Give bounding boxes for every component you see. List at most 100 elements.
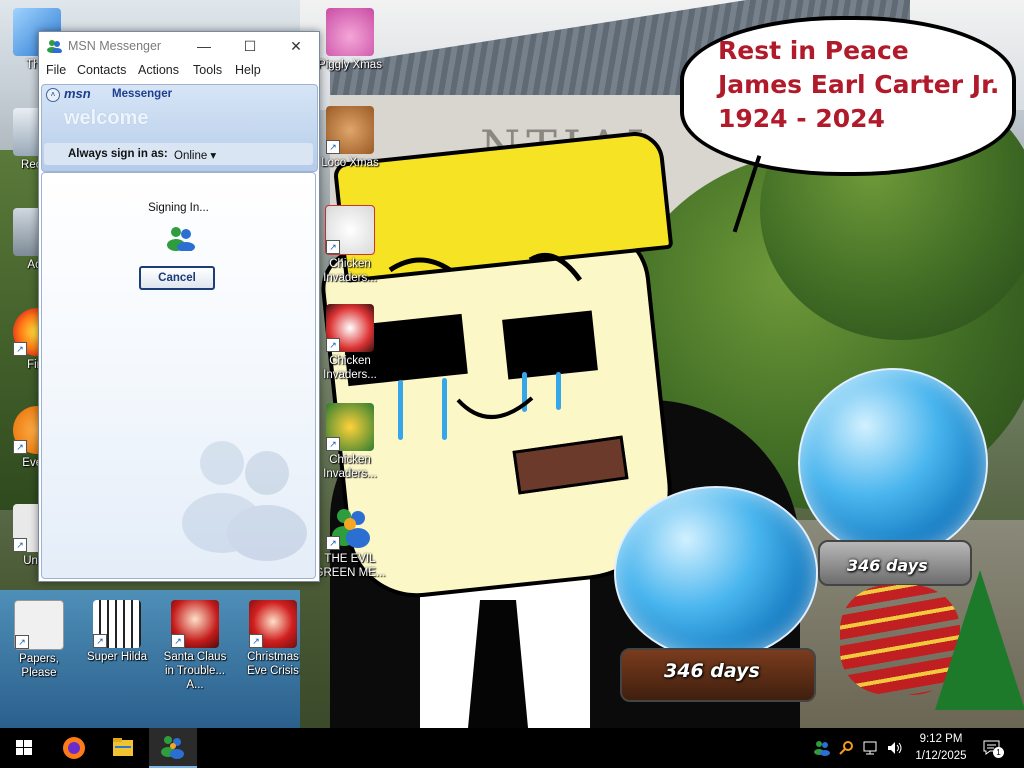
chicken-icon: ↗	[325, 205, 375, 255]
shortcut-arrow-icon: ↗	[13, 342, 27, 356]
start-button[interactable]	[0, 728, 48, 768]
sunglasses-right	[502, 310, 598, 380]
desktop-icon-label: Super Hilda	[86, 651, 148, 663]
desktop-shortcut-loco-xmas[interactable]: ↗ Loco Xmas	[313, 106, 387, 170]
network-icon[interactable]	[862, 740, 880, 756]
bear-icon: ↗	[326, 106, 374, 154]
folder-icon	[113, 738, 133, 756]
shortcut-arrow-icon: ↗	[13, 440, 27, 454]
desktop-shortcut-christmas-eve-crisis[interactable]: ↗ Christmas Eve Crisis	[236, 600, 310, 678]
snow-globe-right[interactable]	[798, 368, 988, 558]
volume-icon[interactable]	[886, 740, 904, 756]
sign-in-label: Always sign in as:	[68, 148, 168, 160]
shortcut-arrow-icon: ↗	[326, 437, 340, 451]
desktop-shortcut-piggly-xmas[interactable]: Piggly Xmas	[313, 8, 387, 72]
msn-buddy-icon	[167, 227, 195, 251]
desktop-icon-label: Christmas Eve Crisis	[247, 651, 299, 677]
desktop-shortcut-papers-please[interactable]: ↗ Papers, Please	[2, 600, 76, 680]
shortcut-arrow-icon: ↗	[326, 240, 340, 254]
msn-tray-icon[interactable]	[813, 739, 831, 757]
chicken-icon: ↗	[326, 403, 374, 451]
document-icon: ↗	[14, 600, 64, 650]
welcome-heading: welcome	[64, 107, 149, 129]
shortcut-arrow-icon: ↗	[326, 338, 340, 352]
msn-logo-subtitle: Messenger	[112, 88, 173, 100]
msn-buddy-icon: ↗	[326, 502, 374, 550]
desktop-shortcut-chicken-invaders-1[interactable]: ↗ Chicken Invaders...	[313, 205, 387, 285]
shortcut-arrow-icon: ↗	[249, 634, 263, 648]
desktop-icon-label: Papers, Please	[19, 653, 59, 679]
tear	[398, 380, 403, 440]
desktop-icon-label: Piggly Xmas	[318, 59, 382, 71]
signing-in-text: Signing In...	[148, 202, 209, 214]
clock-date: 1/12/2025	[915, 750, 967, 762]
taskbar-clock[interactable]: 9:12 PM 1/12/2025	[906, 731, 976, 765]
tear	[556, 372, 561, 410]
clock-time: 9:12 PM	[919, 733, 963, 745]
taskbar-msn-messenger[interactable]	[149, 728, 197, 768]
christmas-tree	[935, 570, 1024, 710]
desktop-icon-label: THE EVIL GREEN ME...	[314, 553, 386, 579]
tear	[442, 378, 447, 440]
menu-file[interactable]: File	[46, 63, 66, 77]
bubble-line-1: Rest in Peace	[718, 36, 909, 65]
windows-logo-icon	[16, 740, 32, 755]
menu-tools[interactable]: Tools	[193, 63, 222, 77]
desktop-shortcut-chicken-invaders-2[interactable]: ↗ Chicken Invaders...	[313, 304, 387, 382]
pixel-character-icon: ↗	[93, 600, 141, 648]
search-tray-icon[interactable]	[838, 740, 854, 756]
msn-logo: msn	[64, 86, 91, 101]
bubble-line-3: 1924 - 2024	[718, 104, 885, 133]
msn-watermark-icon	[182, 441, 307, 561]
msn-sign-in-panel: Signing In... Cancel	[41, 172, 316, 579]
window-title: MSN Messenger	[68, 39, 162, 53]
taskbar: 9:12 PM 1/12/2025 1	[0, 728, 1024, 768]
menu-actions[interactable]: Actions	[138, 63, 179, 77]
msn-messenger-window[interactable]: MSN Messenger — ☐ ✕ File Contacts Action…	[38, 31, 320, 582]
shortcut-arrow-icon: ↗	[171, 634, 185, 648]
menu-contacts[interactable]: Contacts	[77, 63, 126, 77]
msn-header-panel: ˄ msn Messenger welcome Always sign in a…	[41, 84, 318, 172]
desktop-icon-label: Loco Xmas	[321, 157, 379, 169]
action-center-button[interactable]: 1	[982, 738, 1004, 758]
desktop-icon-label: Santa Claus in Trouble... A...	[163, 651, 227, 691]
shortcut-arrow-icon: ↗	[326, 536, 340, 550]
menu-help[interactable]: Help	[235, 63, 261, 77]
snow-globe-left[interactable]	[614, 486, 818, 660]
collapse-icon[interactable]: ˄	[46, 88, 60, 102]
taskbar-file-explorer[interactable]	[99, 728, 147, 768]
chicken-icon: ↗	[326, 304, 374, 352]
close-button[interactable]: ✕	[273, 32, 319, 60]
shortcut-arrow-icon: ↗	[326, 140, 340, 154]
desktop-icon-label: Chicken Invaders...	[323, 454, 377, 480]
menu-bar: File Contacts Actions Tools Help	[39, 60, 319, 82]
snow-globe-left-days: 346 days	[664, 660, 760, 682]
snow-globe-right-days: 346 days	[847, 556, 928, 575]
pig-icon	[326, 8, 374, 56]
minimize-button[interactable]: —	[181, 32, 227, 60]
firefox-icon	[63, 737, 85, 759]
desktop-shortcut-the-evil-green[interactable]: ↗ THE EVIL GREEN ME...	[313, 502, 387, 580]
desktop-icon-label: Chicken Invaders...	[323, 258, 377, 284]
notification-count-badge: 1	[993, 747, 1004, 758]
desktop-shortcut-chicken-invaders-3[interactable]: ↗ Chicken Invaders...	[313, 403, 387, 481]
shortcut-arrow-icon: ↗	[15, 635, 29, 649]
msn-buddy-icon	[47, 40, 62, 53]
santa-icon: ↗	[249, 600, 297, 648]
desktop-icon-label: Chicken Invaders...	[323, 355, 377, 381]
shortcut-arrow-icon: ↗	[13, 538, 27, 552]
speech-bubble: Rest in Peace James Earl Carter Jr. 1924…	[680, 16, 1016, 245]
taskbar-firefox[interactable]	[50, 728, 98, 768]
cartoon-eyebrows	[388, 253, 583, 282]
maximize-button[interactable]: ☐	[227, 32, 273, 60]
desktop-shortcut-santa-claus-trouble[interactable]: ↗ Santa Claus in Trouble... A...	[158, 600, 232, 692]
desktop-shortcut-super-hilda[interactable]: ↗ Super Hilda	[80, 600, 154, 664]
sign-in-status-dropdown[interactable]: Online ▾	[174, 148, 216, 162]
cartoon-smile	[456, 396, 534, 419]
msn-buddy-icon	[161, 736, 184, 759]
cancel-button[interactable]: Cancel	[139, 266, 215, 290]
bubble-line-2: James Earl Carter Jr.	[718, 70, 1000, 99]
window-titlebar[interactable]: MSN Messenger — ☐ ✕	[39, 32, 319, 60]
santa-icon: ↗	[171, 600, 219, 648]
sign-in-status-row: Always sign in as: Online ▾	[44, 143, 313, 165]
